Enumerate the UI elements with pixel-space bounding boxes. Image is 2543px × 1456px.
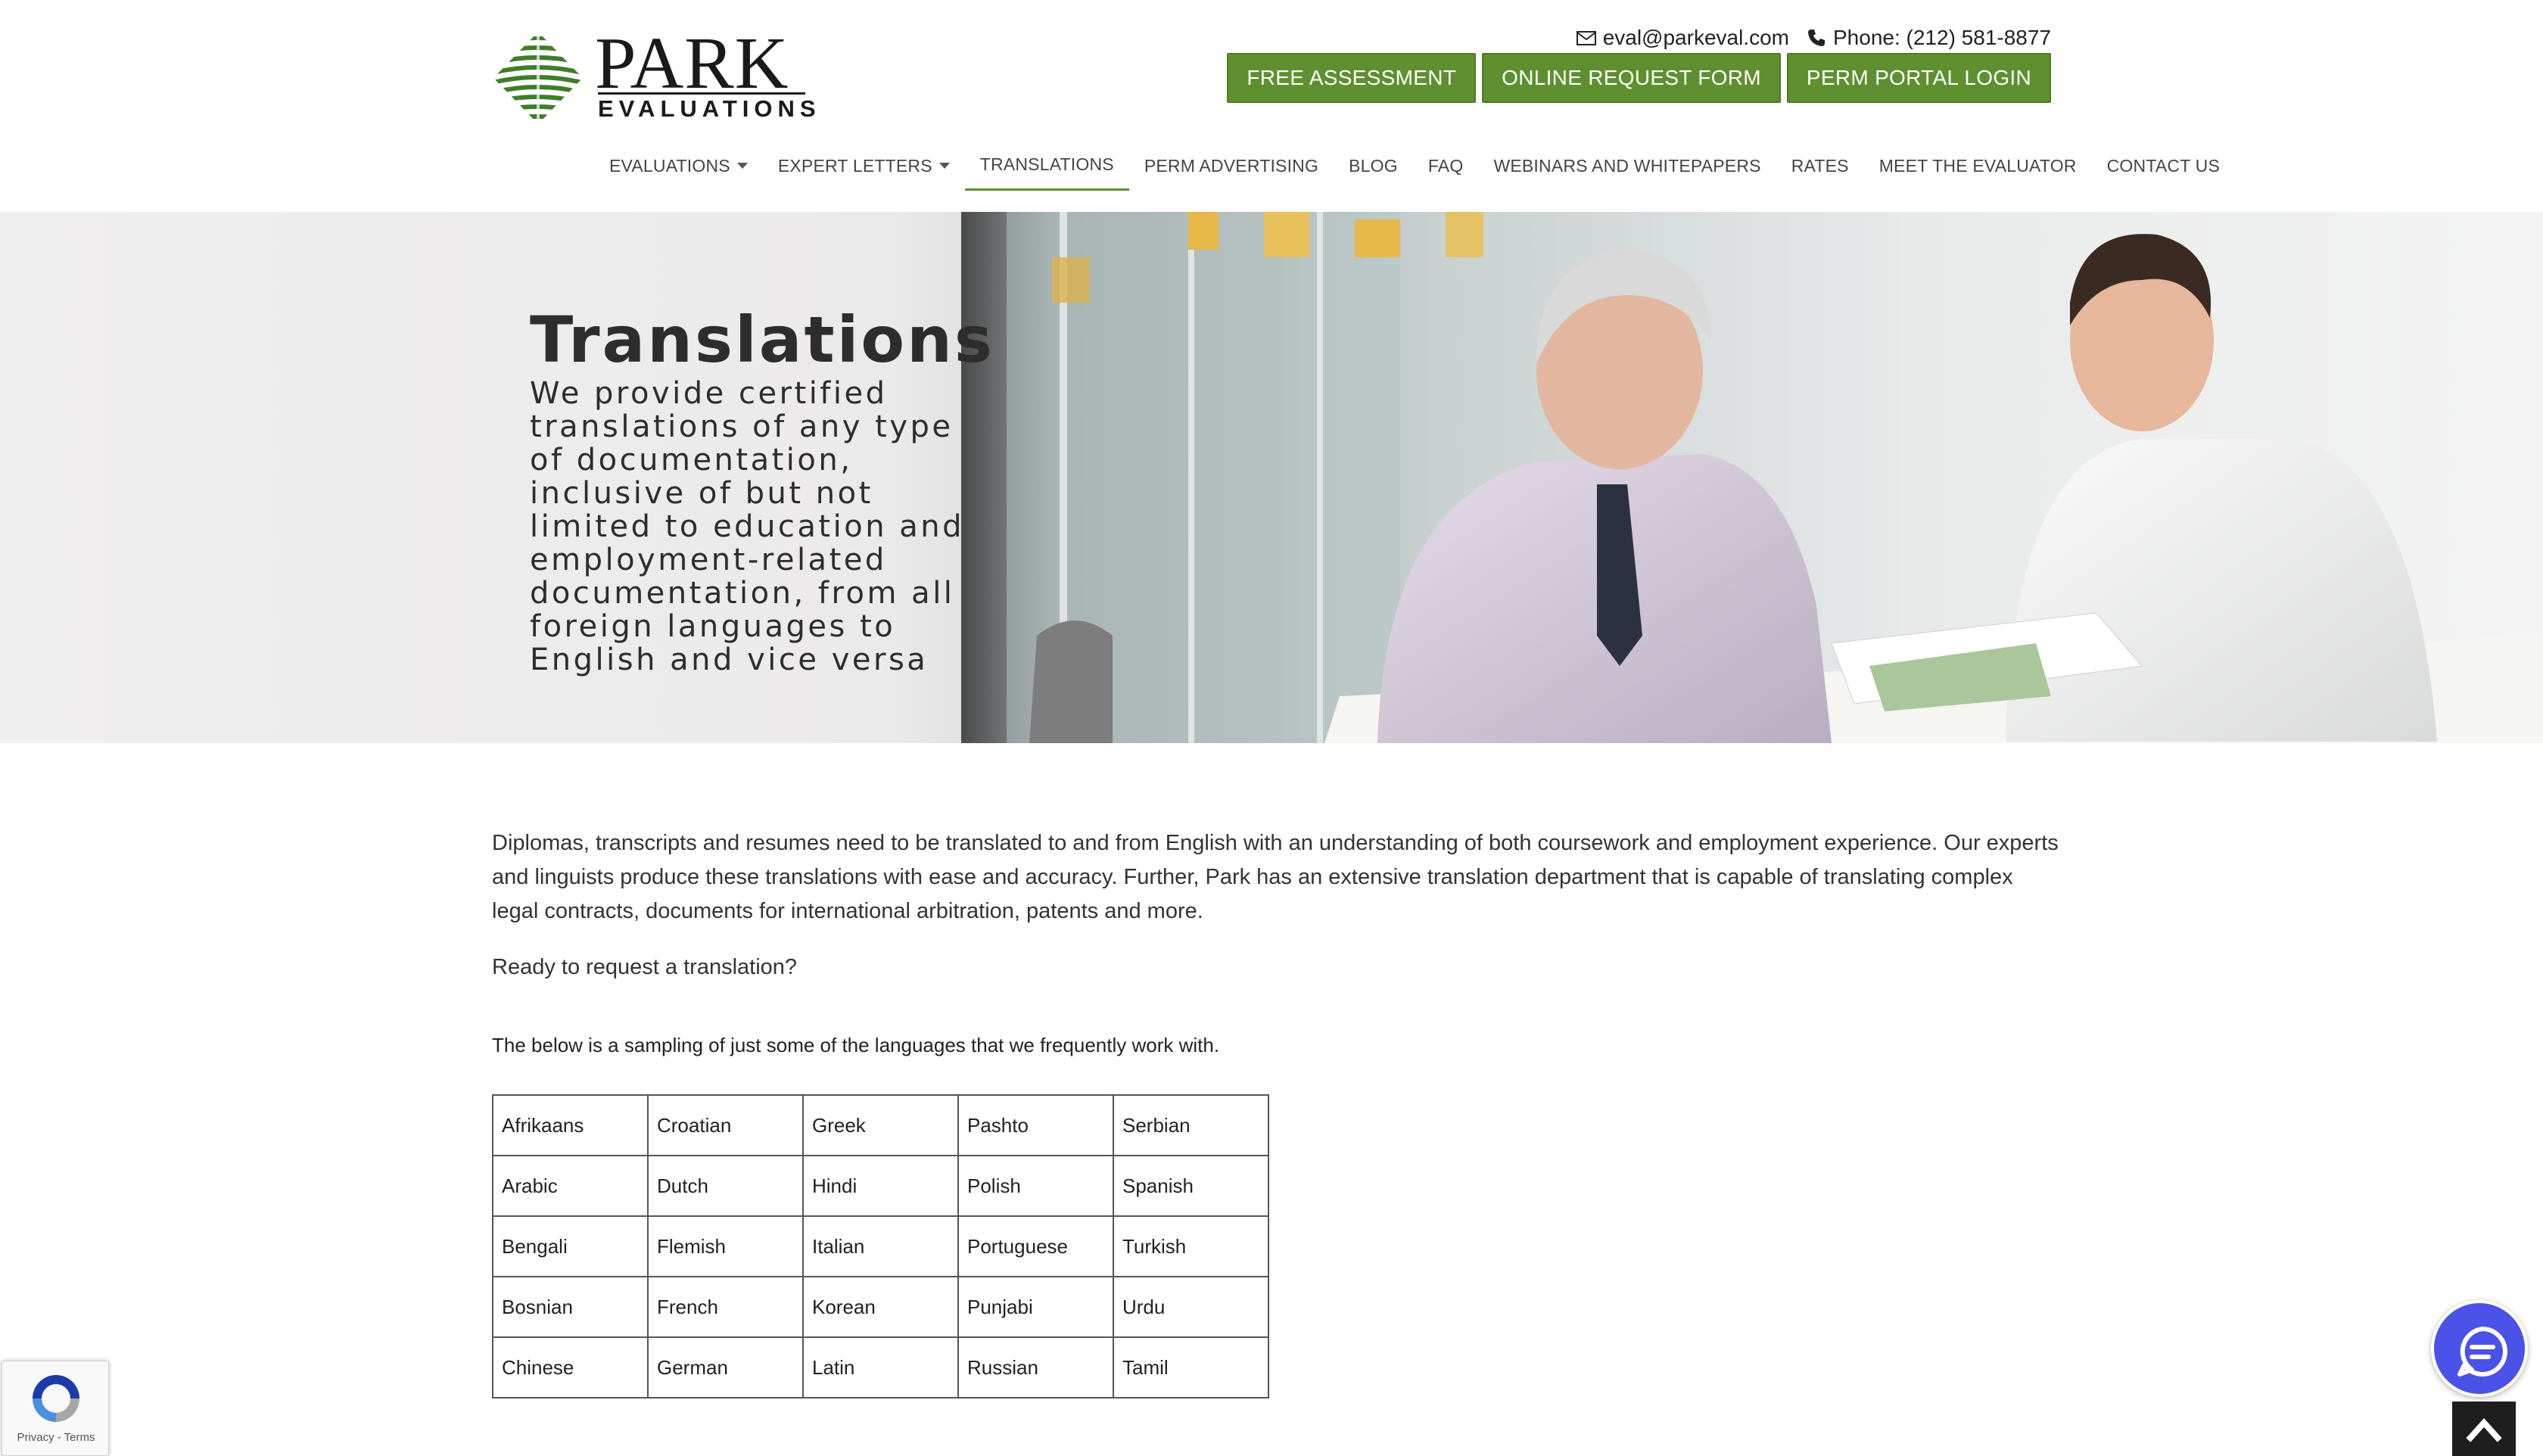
chat-icon (2457, 1327, 2507, 1377)
page-title: Translations (530, 303, 994, 377)
language-cell: Portuguese (957, 1215, 1114, 1277)
language-cell: French (647, 1276, 804, 1338)
free-assessment-button[interactable]: FREE ASSESSMENT (1227, 53, 1477, 103)
nav-item-webinars[interactable]: WEBINARS AND WHITEPAPERS (1478, 141, 1776, 191)
email-link[interactable]: eval@parkeval.com (1576, 26, 1789, 50)
language-cell: Korean (802, 1276, 959, 1338)
language-cell: Hindi (802, 1155, 959, 1217)
recaptcha-icon (33, 1375, 79, 1422)
nav-item-blog[interactable]: BLOG (1334, 141, 1413, 191)
language-cell: Turkish (1113, 1215, 1269, 1277)
language-cell: Arabic (492, 1155, 649, 1217)
recaptcha-badge[interactable]: Privacy - Terms (2, 1361, 109, 1456)
nav-item-contact-us[interactable]: CONTACT US (2092, 141, 2235, 191)
nav-item-label: EVALUATIONS (609, 155, 730, 176)
nav-item-label: RATES (1791, 155, 1849, 176)
table-row: Arabic Dutch Hindi Polish Spanish (492, 1155, 1269, 1217)
nav-item-expert-letters[interactable]: EXPERT LETTERS (763, 141, 965, 191)
nav-item-faq[interactable]: FAQ (1413, 141, 1479, 191)
phone-text: Phone: (212) 581-8877 (1833, 26, 2051, 49)
language-cell: Latin (802, 1336, 959, 1398)
hero-banner: Translations We provide certified transl… (0, 212, 2543, 743)
nav-item-label: EXPERT LETTERS (777, 155, 932, 176)
language-cell: Afrikaans (492, 1094, 649, 1156)
perm-portal-login-button[interactable]: PERM PORTAL LOGIN (1786, 53, 2051, 103)
header-buttons: FREE ASSESSMENT ONLINE REQUEST FORM PERM… (1227, 53, 2051, 103)
caret-down-icon (736, 163, 748, 169)
nav-item-perm-advertising[interactable]: PERM ADVERTISING (1129, 141, 1334, 191)
envelope-icon (1576, 31, 1596, 45)
chat-widget-button[interactable] (2431, 1300, 2528, 1397)
nav-item-label: TRANSLATIONS (979, 154, 1114, 174)
language-cell: Bosnian (492, 1276, 649, 1338)
back-to-top-button[interactable] (2452, 1402, 2516, 1456)
intro-paragraph: Diplomas, transcripts and resumes need t… (492, 831, 2059, 923)
language-cell: Chinese (492, 1336, 649, 1398)
language-cell: Tamil (1113, 1336, 1269, 1398)
nav-item-label: CONTACT US (2106, 155, 2221, 176)
phone-link[interactable]: Phone: (212) 581-8877 (1806, 26, 2051, 50)
language-cell: Bengali (492, 1215, 649, 1277)
nav-item-label: BLOG (1349, 155, 1398, 176)
nav-item-label: PERM ADVERTISING (1144, 155, 1319, 176)
email-text: eval@parkeval.com (1602, 26, 1789, 49)
phone-icon (1808, 30, 1825, 46)
nav-item-meet-evaluator[interactable]: MEET THE EVALUATOR (1864, 141, 2092, 191)
logo-wordmark: PARK (595, 23, 789, 104)
language-cell: Polish (957, 1155, 1114, 1217)
hero-subtitle: We provide certified translations of any… (530, 376, 965, 677)
languages-table: Afrikaans Croatian Greek Pashto Serbian … (492, 1094, 1269, 1398)
caret-down-icon (938, 163, 950, 169)
table-row: Bengali Flemish Italian Portuguese Turki… (492, 1215, 1269, 1277)
nav-item-rates[interactable]: RATES (1776, 141, 1864, 191)
language-cell: German (647, 1336, 804, 1398)
nav-item-label: WEBINARS AND WHITEPAPERS (1493, 155, 1761, 176)
contact-bar: eval@parkeval.com Phone: (212) 581-8877 (1576, 23, 2051, 53)
language-cell: Punjabi (957, 1276, 1114, 1338)
language-cell: Spanish (1113, 1155, 1269, 1217)
table-row: Afrikaans Croatian Greek Pashto Serbian (492, 1094, 1269, 1156)
language-cell: Serbian (1113, 1094, 1269, 1156)
request-translation-link[interactable]: Ready to request a translation? (492, 955, 797, 980)
language-cell: Pashto (957, 1094, 1114, 1156)
nav-item-translations[interactable]: TRANSLATIONS (964, 141, 1129, 191)
main-nav: EVALUATIONS EXPERT LETTERS TRANSLATIONS … (594, 141, 2235, 191)
language-cell: Greek (802, 1094, 959, 1156)
language-cell: Urdu (1113, 1276, 1269, 1338)
language-cell: Dutch (647, 1155, 804, 1217)
nav-item-label: MEET THE EVALUATOR (1878, 155, 2077, 176)
language-cell: Italian (802, 1215, 959, 1277)
nav-item-evaluations[interactable]: EVALUATIONS (594, 141, 763, 191)
language-cell: Russian (957, 1336, 1114, 1398)
table-row: Bosnian French Korean Punjabi Urdu (492, 1276, 1269, 1338)
hero-photo (961, 212, 2543, 743)
logo[interactable]: PARK EVALUATIONS (492, 26, 816, 126)
language-cell: Croatian (647, 1094, 804, 1156)
languages-intro: The below is a sampling of just some of … (492, 1034, 1220, 1056)
logo-diamond-icon (493, 32, 583, 124)
recaptcha-links[interactable]: Privacy - Terms (2, 1431, 110, 1444)
language-cell: Flemish (647, 1215, 804, 1277)
chevron-up-icon (2466, 1418, 2502, 1442)
logo-subtext: EVALUATIONS (598, 95, 821, 122)
nav-item-label: FAQ (1427, 155, 1464, 176)
online-request-form-button[interactable]: ONLINE REQUEST FORM (1482, 53, 1781, 103)
table-row: Chinese German Latin Russian Tamil (492, 1336, 1269, 1398)
